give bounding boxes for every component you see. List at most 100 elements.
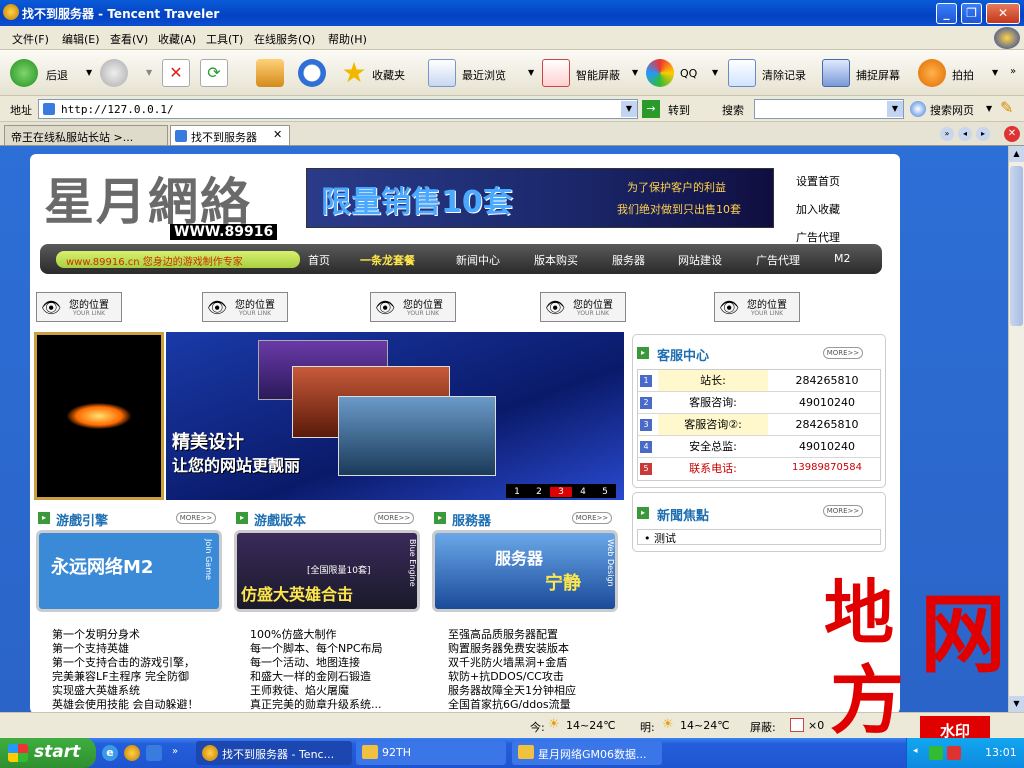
menu-view[interactable]: 查看(V)	[110, 31, 148, 47]
slide-page-3[interactable]: 3	[550, 487, 572, 497]
task-traveler[interactable]: 找不到服务器 - Tenc...	[196, 741, 352, 765]
news-item[interactable]: • 测试	[637, 529, 881, 545]
position-link-1[interactable]: 👁 您的位置 YOUR LINK	[36, 292, 122, 322]
close-button[interactable]: ✕	[986, 3, 1020, 24]
menu-online-service[interactable]: 在线服务(Q)	[254, 31, 315, 47]
back-dropdown-icon[interactable]: ▼	[86, 68, 92, 77]
tray-expand-icon[interactable]: ◂	[913, 746, 918, 756]
section-more-button[interactable]: MORE>>	[176, 512, 216, 524]
cs-value[interactable]: 284265810	[774, 374, 880, 387]
stop-button[interactable]: ✕	[162, 56, 192, 90]
cs-row: 5 联系电话: 13989870584	[638, 458, 880, 480]
position-link-2[interactable]: 👁 您的位置 YOUR LINK	[202, 292, 288, 322]
menu-help[interactable]: 帮助(H)	[328, 31, 367, 47]
ad-banner[interactable]: 限量销售10套 为了保护客户的利益 我们绝对做到只出售10套	[306, 168, 774, 228]
set-homepage-link[interactable]: 设置首页	[796, 168, 840, 196]
traveler-quicklaunch-icon[interactable]	[124, 745, 140, 761]
close-tab-icon[interactable]: ✕	[1004, 126, 1020, 142]
minimize-button[interactable]: _	[936, 3, 957, 24]
nav-m2[interactable]: M2	[834, 252, 851, 265]
nav-home[interactable]: 首页	[308, 252, 330, 268]
capture-screen-button[interactable]: 捕捉屏幕	[822, 56, 912, 90]
slide-page-4[interactable]: 4	[572, 487, 594, 497]
desktop-quicklaunch-icon[interactable]	[146, 745, 162, 761]
nav-web-build[interactable]: 网站建设	[678, 252, 722, 268]
cs-more-button[interactable]: MORE>>	[823, 347, 863, 359]
pencil-icon[interactable]: ✎	[1000, 98, 1013, 117]
forward-button[interactable]	[100, 56, 134, 90]
cs-value[interactable]: 49010240	[774, 440, 880, 453]
tab-list-icon[interactable]: »	[940, 127, 954, 141]
forward-dropdown-icon[interactable]: ▼	[146, 68, 152, 77]
block-status-icon[interactable]	[790, 718, 804, 732]
search-dropdown-icon[interactable]: ▼	[887, 101, 903, 117]
maximize-button[interactable]: ❐	[961, 3, 982, 24]
paipai-dropdown-icon[interactable]: ▼	[992, 68, 998, 77]
list-item: 每一个活动、地图连接	[250, 656, 360, 669]
search-web-button[interactable]: 搜索网页	[910, 99, 994, 119]
site-logo[interactable]: 星月網絡 WWW.89916	[44, 162, 308, 242]
add-favorite-link[interactable]: 加入收藏	[796, 196, 840, 224]
tab-scroll-right-icon[interactable]: ▸	[976, 127, 990, 141]
menu-tools[interactable]: 工具(T)	[206, 31, 243, 47]
search-engine-dropdown-icon[interactable]: ▼	[986, 104, 992, 113]
tab-close-icon[interactable]: ✕	[273, 128, 282, 141]
go-button[interactable]: → 转到	[642, 99, 700, 119]
position-sub: YOUR LINK	[239, 310, 272, 317]
recent-button[interactable]: 最近浏览	[428, 56, 528, 90]
security-icon[interactable]	[947, 746, 961, 760]
url-dropdown-icon[interactable]: ▼	[621, 101, 637, 117]
slide-page-2[interactable]: 2	[528, 487, 550, 497]
cs-value[interactable]: 49010240	[774, 396, 880, 409]
slide-page-1[interactable]: 1	[506, 487, 528, 497]
start-button[interactable]: start	[0, 738, 96, 768]
quicklaunch-overflow-icon[interactable]: »	[172, 746, 178, 757]
network-icon[interactable]	[929, 746, 943, 760]
position-link-3[interactable]: 👁 您的位置 YOUR LINK	[370, 292, 456, 322]
history-button[interactable]	[298, 56, 332, 90]
position-link-5[interactable]: 👁 您的位置 YOUR LINK	[714, 292, 800, 322]
news-more-button[interactable]: MORE>>	[823, 505, 863, 517]
favorites-button[interactable]: ★ 收藏夹	[340, 56, 416, 90]
qq-button[interactable]: QQ	[646, 56, 710, 90]
version-image[interactable]: [全国限量10套] 仿盛大英雄合击 Blue Engine	[234, 530, 420, 612]
menu-file[interactable]: 文件(F)	[12, 31, 49, 47]
nav-ad-agent[interactable]: 广告代理	[756, 252, 800, 268]
tab-dewang[interactable]: 帝王在线私服站长站 >...	[4, 125, 168, 145]
cs-value[interactable]: 13989870584	[774, 462, 880, 473]
clear-history-button[interactable]: 清除记录	[728, 56, 816, 90]
home-button[interactable]	[256, 56, 290, 90]
nav-server[interactable]: 服务器	[612, 252, 645, 268]
task-92th[interactable]: 92TH	[356, 741, 506, 765]
engine-image[interactable]: 永远网络M2 Join Game	[36, 530, 222, 612]
nav-package[interactable]: 一条龙套餐	[360, 252, 415, 268]
search-input[interactable]: ▼	[754, 99, 904, 119]
recent-dropdown-icon[interactable]: ▼	[528, 68, 534, 77]
section-more-button[interactable]: MORE>>	[374, 512, 414, 524]
back-button[interactable]: 后退	[10, 56, 90, 90]
tab-server-not-found[interactable]: 找不到服务器 ✕	[170, 125, 290, 145]
ie-quicklaunch-icon[interactable]: e	[102, 745, 118, 761]
slide-page-5[interactable]: 5	[594, 487, 616, 497]
menu-edit[interactable]: 编辑(E)	[62, 31, 100, 47]
section-more-button[interactable]: MORE>>	[572, 512, 612, 524]
position-link-4[interactable]: 👁 您的位置 YOUR LINK	[540, 292, 626, 322]
weather-today-label: 今:	[530, 721, 545, 734]
tab-scroll-left-icon[interactable]: ◂	[958, 127, 972, 141]
block-dropdown-icon[interactable]: ▼	[632, 68, 638, 77]
url-input[interactable]: http://127.0.0.1/ ▼	[38, 99, 638, 119]
menu-favorites[interactable]: 收藏(A)	[158, 31, 196, 47]
qq-dropdown-icon[interactable]: ▼	[712, 68, 718, 77]
cs-value[interactable]: 284265810	[774, 418, 880, 431]
smart-block-button[interactable]: 智能屏蔽	[542, 56, 638, 90]
nav-version-buy[interactable]: 版本购买	[534, 252, 578, 268]
refresh-button[interactable]: ⟳	[200, 56, 230, 90]
server-image[interactable]: 服务器 宁静 Web Design	[432, 530, 618, 612]
nav-news[interactable]: 新闻中心	[456, 252, 500, 268]
paipai-button[interactable]: 拍拍	[918, 56, 982, 90]
toolbar-overflow-icon[interactable]: »	[1010, 66, 1016, 77]
scroll-up-icon[interactable]: ▲	[1009, 146, 1024, 162]
scroll-thumb[interactable]	[1010, 166, 1023, 326]
slideshow[interactable]: 精美设计 让您的网站更靓丽 12345	[166, 332, 624, 500]
task-gm06[interactable]: 星月网络GM06数据...	[512, 741, 662, 765]
